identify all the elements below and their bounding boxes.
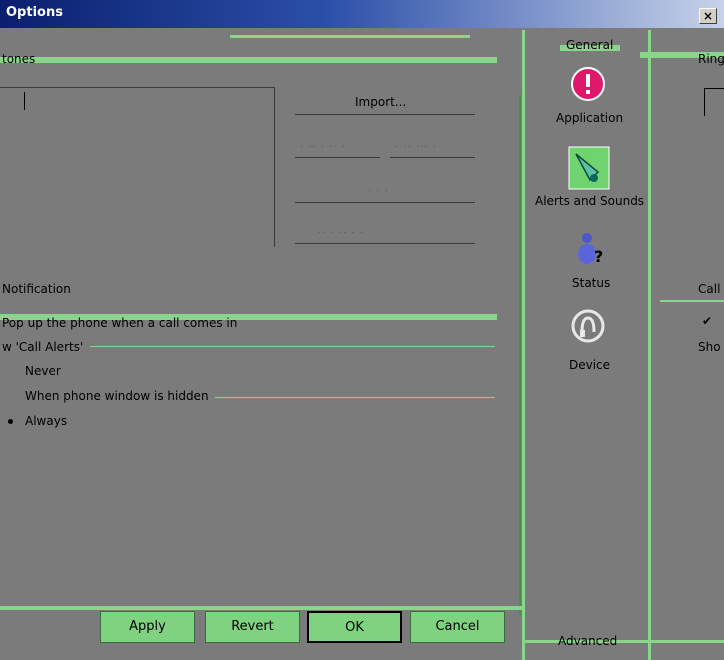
radio-always-label[interactable]: Always: [25, 414, 67, 428]
ring-group-label: Ring: [698, 52, 724, 66]
bell-icon[interactable]: [568, 146, 610, 190]
button-label-faint: ·· · ·· · ·: [318, 228, 364, 239]
category-bar-border: [522, 30, 525, 660]
restore-button[interactable]: [295, 243, 475, 244]
divider-line: [660, 300, 724, 302]
category-application[interactable]: Application: [556, 111, 623, 125]
status-person-icon[interactable]: ?: [572, 230, 608, 266]
window-title: Options: [6, 5, 63, 20]
button-label-faint: · · ·: [368, 186, 389, 197]
category-advanced: Advanced: [558, 634, 618, 648]
headset-icon[interactable]: [570, 308, 606, 344]
apply-button[interactable]: Apply: [100, 611, 195, 643]
category-alerts-sounds[interactable]: Alerts and Sounds: [535, 194, 644, 208]
divider-line: [519, 95, 521, 615]
radio-hidden-label[interactable]: When phone window is hidden: [25, 389, 209, 403]
advanced-tab[interactable]: Advanced: [528, 630, 648, 658]
button-label-faint: · ·· · ·· ·: [300, 142, 346, 153]
import-button[interactable]: [295, 114, 475, 115]
ringtone-list[interactable]: [0, 87, 275, 247]
play-button[interactable]: [295, 157, 380, 158]
stop-button[interactable]: [390, 157, 475, 158]
notification-group-label: Notification: [2, 282, 71, 296]
radio-always-dot[interactable]: [8, 419, 13, 424]
delete-button[interactable]: [295, 202, 475, 203]
title-bar: Options ×: [0, 0, 724, 28]
category-status[interactable]: Status: [572, 276, 610, 290]
alert-icon[interactable]: [570, 66, 606, 102]
radio-never-label[interactable]: Never: [25, 364, 61, 378]
divider-line: [230, 35, 470, 38]
cancel-button[interactable]: Cancel: [410, 611, 505, 643]
list-cursor: [24, 92, 25, 110]
ringtones-group-label: tones: [2, 52, 36, 66]
popup-checkbox-label[interactable]: Pop up the phone when a call comes in: [2, 316, 237, 330]
group-border: [90, 346, 495, 347]
group-border: [215, 397, 495, 398]
call-group-label: Call: [698, 282, 721, 296]
ok-button[interactable]: OK: [307, 611, 402, 643]
category-header: General: [566, 38, 614, 52]
category-device[interactable]: Device: [569, 358, 610, 372]
revert-button[interactable]: Revert: [205, 611, 300, 643]
divider-line: [0, 57, 497, 63]
call-alerts-group-label: w 'Call Alerts': [2, 340, 84, 354]
close-button[interactable]: ×: [699, 8, 717, 24]
show-label: Sho: [698, 340, 721, 354]
check-mark-icon[interactable]: ✔: [702, 314, 712, 328]
ring-list[interactable]: [704, 88, 724, 116]
import-button-label: Import...: [355, 95, 407, 109]
category-bar-border: [648, 30, 651, 660]
button-label-faint: · ·· ··· ·: [395, 142, 437, 153]
divider-line: [0, 606, 522, 610]
svg-text:?: ?: [594, 247, 603, 266]
